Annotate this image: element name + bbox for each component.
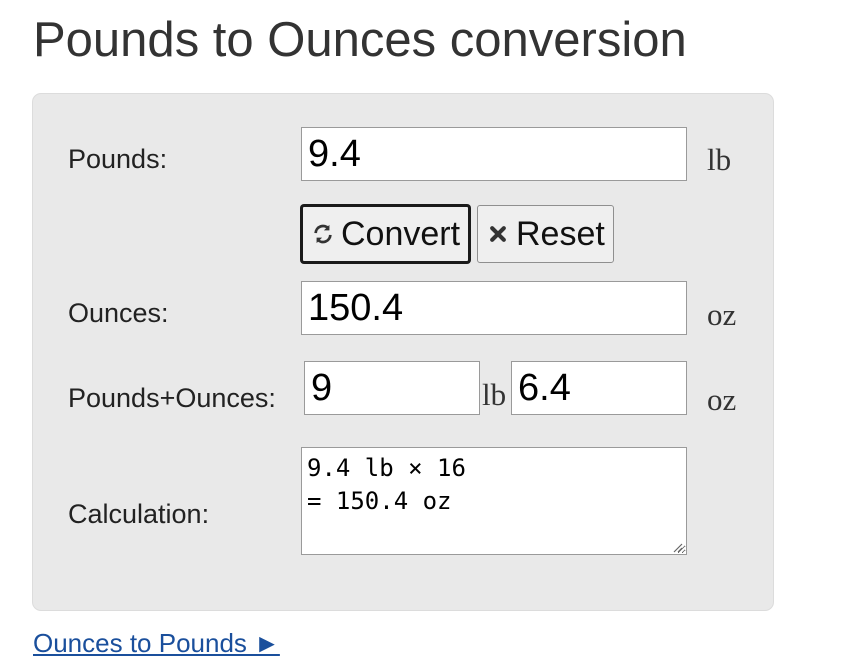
ounces-unit: oz	[707, 297, 737, 332]
resize-grip-icon[interactable]	[671, 540, 683, 553]
converter-panel: Pounds: lb Convert Reset Ounces: oz Poun…	[32, 93, 774, 611]
pounds-unit: lb	[707, 142, 732, 177]
convert-button[interactable]: Convert	[301, 205, 471, 263]
reset-button-label: Reset	[516, 214, 605, 253]
refresh-icon	[311, 222, 335, 246]
ounces-label: Ounces:	[68, 298, 169, 328]
pounds-ounces-label: Pounds+Ounces:	[68, 383, 276, 413]
convert-button-label: Convert	[341, 214, 461, 253]
calculation-textarea[interactable]: 9.4 lb × 16 = 150.4 oz	[301, 447, 687, 555]
close-icon	[486, 222, 510, 246]
ounces-to-pounds-link[interactable]: Ounces to Pounds ►	[33, 628, 280, 659]
pounds-input[interactable]	[301, 127, 687, 181]
reset-button[interactable]: Reset	[477, 205, 614, 263]
calculation-label: Calculation:	[68, 499, 210, 529]
combo-ounces-unit: oz	[707, 382, 737, 417]
combo-pounds-input[interactable]	[304, 361, 480, 415]
ounces-input[interactable]	[301, 281, 687, 335]
pounds-label: Pounds:	[68, 144, 168, 174]
combo-pounds-unit: lb	[482, 377, 507, 412]
combo-ounces-input[interactable]	[511, 361, 687, 415]
page-title: Pounds to Ounces conversion	[33, 13, 687, 67]
